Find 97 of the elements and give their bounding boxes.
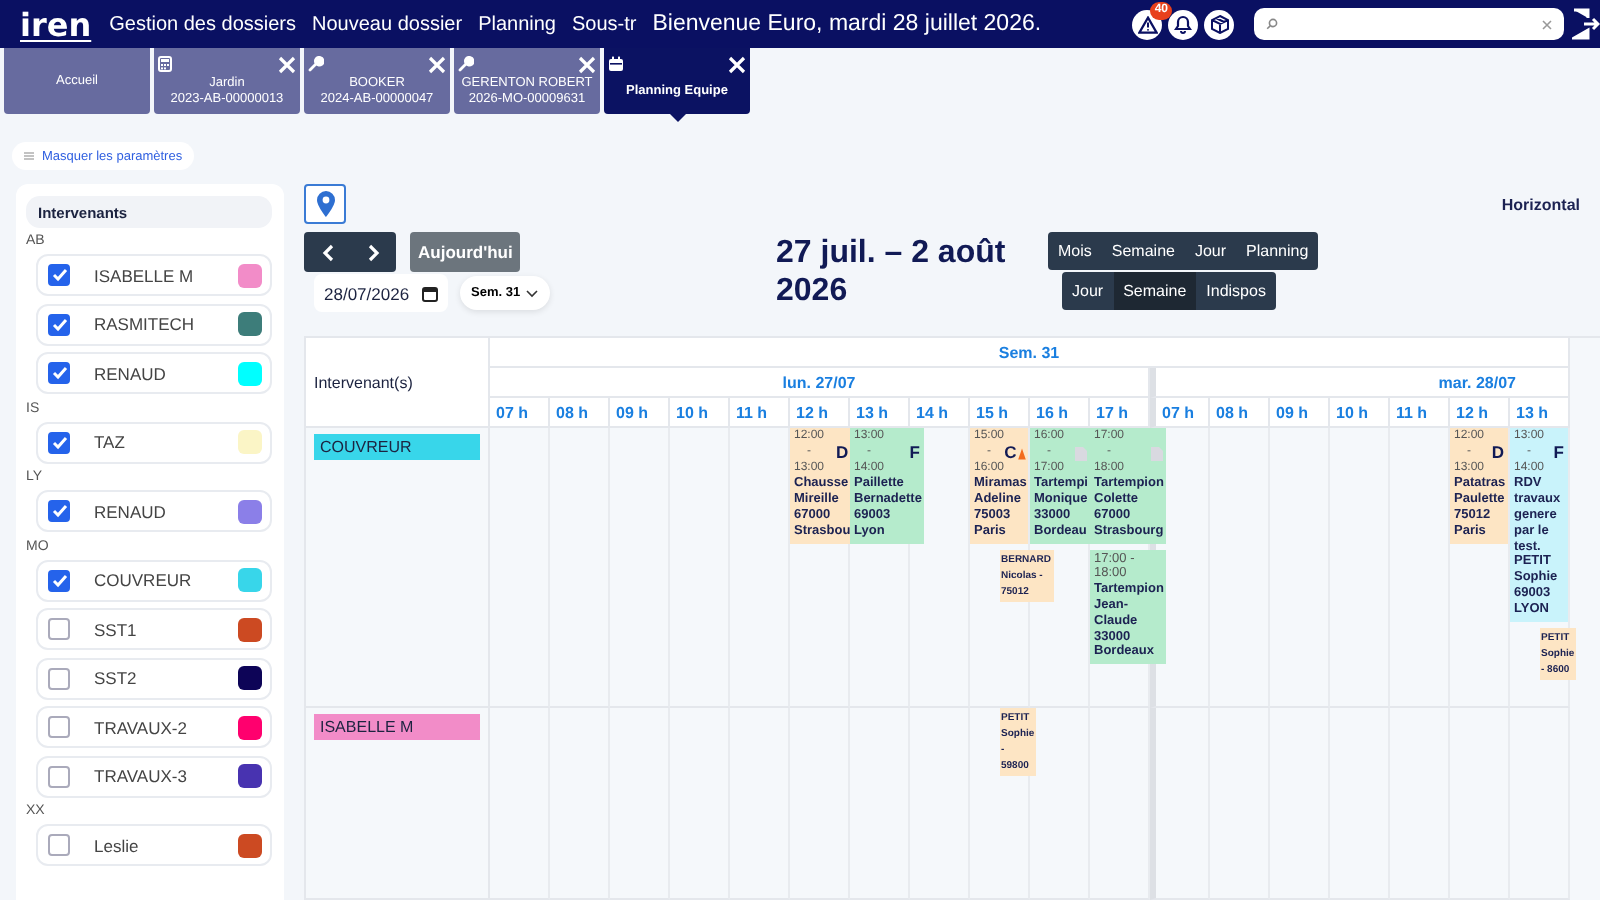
staff-name: Leslie <box>94 835 139 855</box>
chevron-right-icon <box>367 243 379 261</box>
menu-icon <box>24 152 34 160</box>
calendar-icon <box>608 55 624 71</box>
staff-label: ISABELLE M <box>314 714 480 740</box>
hour-header: 11 h <box>730 398 790 428</box>
hour-header: 07 h <box>490 398 550 428</box>
event-code: F <box>909 445 922 462</box>
nav-link[interactable]: Gestion des dossiers <box>109 13 297 35</box>
checkbox[interactable] <box>48 362 70 384</box>
hour-header: 07 h <box>1150 398 1210 428</box>
hour-header: 08 h <box>1210 398 1270 428</box>
orientation-link[interactable]: Horizontal <box>1501 196 1580 214</box>
checkbox[interactable] <box>48 716 70 738</box>
hour-header: 11 h <box>1390 398 1450 428</box>
staff-name: ISABELLE M <box>94 265 194 285</box>
hour-header: 13 h <box>850 398 910 428</box>
bell-icon[interactable] <box>1168 9 1198 39</box>
view-button[interactable]: Mois <box>1048 232 1102 270</box>
nav-link[interactable]: Sous-tr <box>571 13 637 35</box>
view-button[interactable]: Indispos <box>1196 272 1276 310</box>
nav-link[interactable]: Nouveau dossier <box>312 13 463 35</box>
day-header: mar. 28/07 <box>1150 368 1570 398</box>
map-pin-icon <box>315 190 335 218</box>
hour-header: 10 h <box>1330 398 1390 428</box>
view-button[interactable]: Semaine <box>1101 232 1185 270</box>
day-header: lun. 27/07 <box>490 368 1150 398</box>
view-button[interactable]: Jour <box>1062 272 1114 310</box>
staff-filter-item[interactable]: SST1 <box>36 608 272 650</box>
staff-name: RENAUD <box>94 501 166 521</box>
event-code: D <box>1491 445 1506 462</box>
staff-filter-item[interactable]: TRAVAUX-2 <box>36 706 272 748</box>
staff-name: SST2 <box>94 668 137 688</box>
staff-filter-item[interactable]: RENAUD <box>36 490 272 532</box>
map-view-button[interactable] <box>304 184 346 224</box>
logo[interactable]: iren <box>20 5 92 43</box>
search-field[interactable] <box>1254 8 1564 40</box>
clear-icon[interactable] <box>1542 19 1552 29</box>
view-button[interactable]: Jour <box>1184 232 1237 270</box>
view-button[interactable]: Semaine <box>1113 272 1197 310</box>
welcome-message: Bienvenue Euro, mardi 28 juillet 2026. <box>652 12 1042 36</box>
close-icon[interactable] <box>728 55 746 73</box>
checkbox[interactable] <box>48 667 70 689</box>
today-button[interactable]: Aujourd'hui <box>410 232 521 272</box>
staff-name: RENAUD <box>94 363 166 383</box>
event-code: F <box>1553 445 1566 462</box>
staff-filter-item[interactable]: SST2 <box>36 657 272 699</box>
hour-header: 13 h <box>1510 398 1570 428</box>
chevron-left-icon <box>321 243 333 261</box>
hour-header: 12 h <box>1450 398 1510 428</box>
checkbox[interactable] <box>48 834 70 856</box>
checkbox[interactable] <box>48 431 70 453</box>
hour-header: 15 h <box>970 398 1030 428</box>
staff-filter-item[interactable]: TRAVAUX-3 <box>36 755 272 797</box>
hour-header: 16 h <box>1030 398 1090 428</box>
hour-header: 08 h <box>550 398 610 428</box>
event-code: C <box>1004 445 1019 462</box>
hour-header: 12 h <box>790 398 850 428</box>
nav-link[interactable]: Planning <box>478 13 556 35</box>
event-code: D <box>836 445 851 462</box>
date-field[interactable]: 28/07/2026 <box>314 274 448 312</box>
hour-header: 10 h <box>670 398 730 428</box>
checkbox[interactable] <box>48 618 70 640</box>
hour-header: 09 h <box>1270 398 1330 428</box>
staff-filter-item[interactable]: COUVREUR <box>36 559 272 601</box>
warning-icon[interactable] <box>1132 9 1162 39</box>
staff-label: COUVREUR <box>314 434 480 460</box>
box-icon[interactable] <box>1204 9 1234 39</box>
search-icon <box>1266 18 1278 30</box>
calculator-icon <box>158 55 172 71</box>
hour-header: 14 h <box>910 398 970 428</box>
checkbox[interactable] <box>48 500 70 522</box>
column-header: Intervenant(s) <box>306 338 490 428</box>
date-value: 28/07/2026 <box>324 283 410 303</box>
staff-name: COUVREUR <box>94 570 192 590</box>
date-range-title: 27 juil. – 2 août 2026 <box>776 236 1008 311</box>
checkbox[interactable] <box>48 264 70 286</box>
logout-icon[interactable] <box>1572 8 1600 40</box>
calendar-icon[interactable] <box>421 285 438 301</box>
staff-name: SST1 <box>94 619 137 639</box>
staff-filter-item[interactable]: TAZ <box>36 421 272 463</box>
hour-header: 09 h <box>610 398 670 428</box>
checkbox[interactable] <box>48 569 70 591</box>
checkbox[interactable] <box>48 765 70 787</box>
staff-name: RASMITECH <box>94 314 195 334</box>
staff-filter-item[interactable]: ISABELLE M <box>36 254 272 296</box>
staff-filter-item[interactable]: RENAUD <box>36 352 272 394</box>
hour-header: 17 h <box>1090 398 1150 428</box>
view-button[interactable]: Planning <box>1236 232 1319 270</box>
staff-name: TAZ <box>94 432 125 452</box>
staff-name: TRAVAUX-3 <box>94 766 187 786</box>
chevron-down-icon <box>526 289 539 297</box>
checkbox[interactable] <box>48 313 70 335</box>
staff-filter-item[interactable]: RASMITECH <box>36 303 272 345</box>
staff-name: TRAVAUX-2 <box>94 717 187 737</box>
staff-filter-item[interactable]: Leslie <box>36 824 272 866</box>
week-header: Sem. 31 <box>490 338 1570 368</box>
